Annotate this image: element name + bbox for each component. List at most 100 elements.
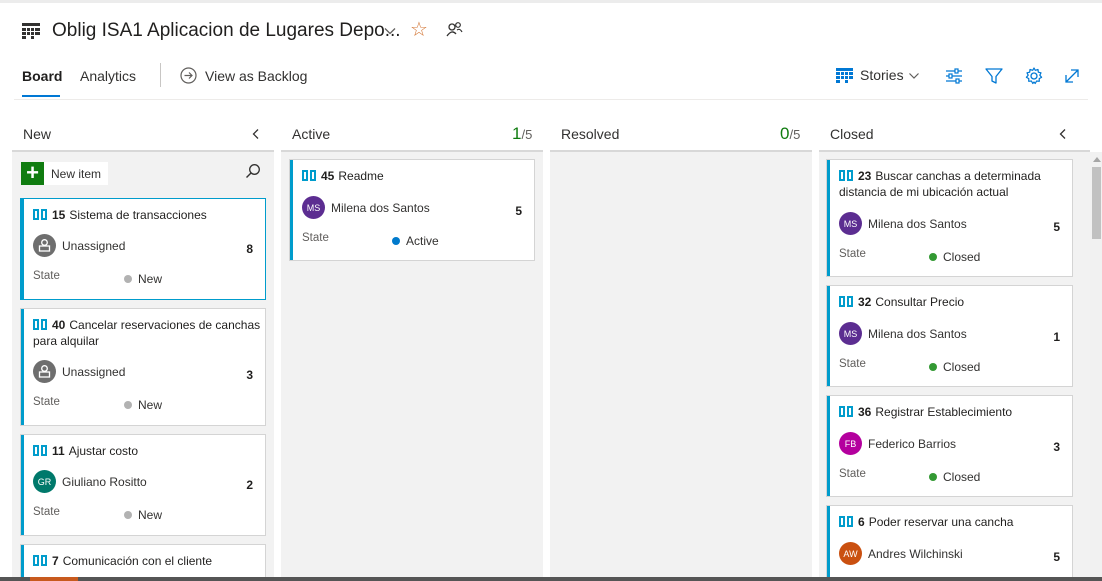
tab-analytics[interactable]: Analytics (80, 68, 136, 84)
card-title[interactable]: 45 Readme (302, 168, 527, 184)
card-title[interactable]: 36 Registrar Establecimiento (839, 404, 1064, 420)
star-icon[interactable]: ☆ (410, 19, 428, 41)
state-text: Closed (943, 470, 981, 484)
assignee[interactable]: GR Giuliano Rositto (33, 470, 147, 493)
assignee[interactable]: Unassigned (33, 360, 125, 383)
card-40[interactable]: 40 Cancelar reservaciones de canchas para… (21, 309, 265, 425)
chevron-left-icon[interactable] (249, 127, 263, 141)
state-dot (929, 473, 937, 481)
wip-limit: /5 (521, 127, 533, 142)
state-label: State (33, 506, 60, 518)
state-label: State (302, 232, 329, 244)
story-points[interactable]: 5 (1053, 550, 1060, 564)
chevron-down-icon[interactable] (908, 70, 920, 82)
new-item-button[interactable]: + New item (21, 162, 108, 185)
card-title[interactable]: 23 Buscar canchas a determinada distancia… (839, 168, 1064, 200)
story-points[interactable]: 1 (1053, 330, 1060, 344)
gear-icon[interactable] (1024, 66, 1044, 86)
card-title[interactable]: 11 Ajustar costo (33, 443, 258, 459)
assignee[interactable]: FB Federico Barrios (839, 432, 956, 455)
work-item-id: 40 (52, 318, 66, 332)
assignee[interactable]: MS Milena dos Santos (839, 212, 967, 235)
work-item-id: 7 (52, 554, 59, 568)
backlog-level-icon[interactable] (836, 68, 853, 83)
card-23[interactable]: 23 Buscar canchas a determinada distancia… (827, 160, 1072, 276)
story-book-icon (302, 170, 316, 181)
story-points[interactable]: 3 (1053, 440, 1060, 454)
column-closed-line (819, 150, 1090, 152)
assignee[interactable]: MS Milena dos Santos (839, 322, 967, 345)
avatar: GR (33, 470, 56, 493)
scrollbar-thumb[interactable] (1092, 167, 1101, 239)
card-title[interactable]: 6 Poder reservar una cancha (839, 514, 1064, 530)
card-title[interactable]: 7 Comunicación con el cliente (33, 553, 258, 569)
filter-icon[interactable] (984, 66, 1004, 86)
story-points[interactable]: 8 (246, 242, 253, 256)
story-book-icon (33, 445, 47, 456)
card-45[interactable]: 45 Readme MS Milena dos Santos 5 State Ac… (290, 160, 534, 260)
state-value[interactable]: New (124, 508, 162, 522)
story-points[interactable]: 3 (246, 368, 253, 382)
scroll-up-arrow-icon[interactable] (1093, 157, 1101, 162)
card-15[interactable]: 15 Sistema de transacciones Unassigned 8 … (21, 199, 265, 299)
work-item-title: Cancelar reservaciones de canchas para a… (33, 318, 261, 348)
column-active-header: Active (292, 126, 331, 142)
assignee[interactable]: AW Andres Wilchinski (839, 542, 963, 565)
card-title[interactable]: 32 Consultar Precio (839, 294, 1064, 310)
stories-selector[interactable]: Stories (860, 67, 904, 83)
story-book-icon (33, 319, 47, 330)
column-new-line (12, 150, 274, 152)
state-dot (124, 275, 132, 283)
expand-icon[interactable] (1062, 66, 1082, 86)
assignee[interactable]: Unassigned (33, 234, 125, 257)
story-points[interactable]: 2 (246, 478, 253, 492)
tab-board[interactable]: Board (22, 68, 62, 84)
tab-board-underline (22, 95, 60, 97)
story-book-icon (839, 296, 853, 307)
state-value[interactable]: Closed (929, 360, 980, 374)
story-book-icon (33, 555, 47, 566)
settings-sliders-icon[interactable] (944, 66, 964, 86)
state-dot (124, 401, 132, 409)
avatar: MS (839, 212, 862, 235)
search-icon[interactable] (245, 163, 261, 179)
card-title[interactable]: 15 Sistema de transacciones (33, 207, 258, 223)
work-item-id: 45 (321, 169, 335, 183)
avatar: AW (839, 542, 862, 565)
state-value[interactable]: Closed (929, 470, 980, 484)
state-text: Active (406, 234, 439, 248)
column-resolved-header: Resolved (561, 126, 620, 142)
card-7[interactable]: 7 Comunicación con el cliente (21, 545, 265, 581)
state-dot (392, 237, 400, 245)
state-text: Closed (943, 360, 981, 374)
view-as-backlog-link[interactable]: View as Backlog (205, 68, 307, 84)
work-item-title: Ajustar costo (68, 444, 139, 458)
card-36[interactable]: 36 Registrar Establecimiento FB Federico … (827, 396, 1072, 496)
state-value[interactable]: New (124, 398, 162, 412)
state-value[interactable]: Closed (929, 250, 980, 264)
arrow-circle-icon[interactable] (180, 67, 197, 84)
card-32[interactable]: 32 Consultar Precio MS Milena dos Santos … (827, 286, 1072, 386)
taskbar-highlight (30, 577, 78, 581)
state-label: State (33, 270, 60, 282)
work-item-id: 32 (858, 295, 872, 309)
story-points[interactable]: 5 (515, 204, 522, 218)
work-item-title: Registrar Establecimiento (875, 405, 1013, 419)
assignee-name: Milena dos Santos (868, 216, 967, 231)
board-title[interactable]: Oblig ISA1 Aplicacion de Lugares Depo... (52, 20, 401, 42)
story-points[interactable]: 5 (1053, 220, 1060, 234)
team-icon[interactable] (445, 21, 463, 39)
new-item-label: New item (51, 166, 102, 181)
chevron-left-icon[interactable] (1056, 127, 1070, 141)
work-item-title: Consultar Precio (875, 295, 965, 309)
column-active-line (281, 150, 543, 152)
state-value[interactable]: Active (392, 234, 439, 248)
card-6[interactable]: 6 Poder reservar una cancha AW Andres Wil… (827, 506, 1072, 581)
chevron-down-icon[interactable] (383, 24, 397, 38)
unassigned-avatar-icon (33, 360, 56, 383)
assignee[interactable]: MS Milena dos Santos (302, 196, 430, 219)
state-value[interactable]: New (124, 272, 162, 286)
card-11[interactable]: 11 Ajustar costo GR Giuliano Rositto 2 St… (21, 435, 265, 535)
state-dot (929, 253, 937, 261)
card-title[interactable]: 40 Cancelar reservaciones de canchas para… (33, 317, 261, 349)
